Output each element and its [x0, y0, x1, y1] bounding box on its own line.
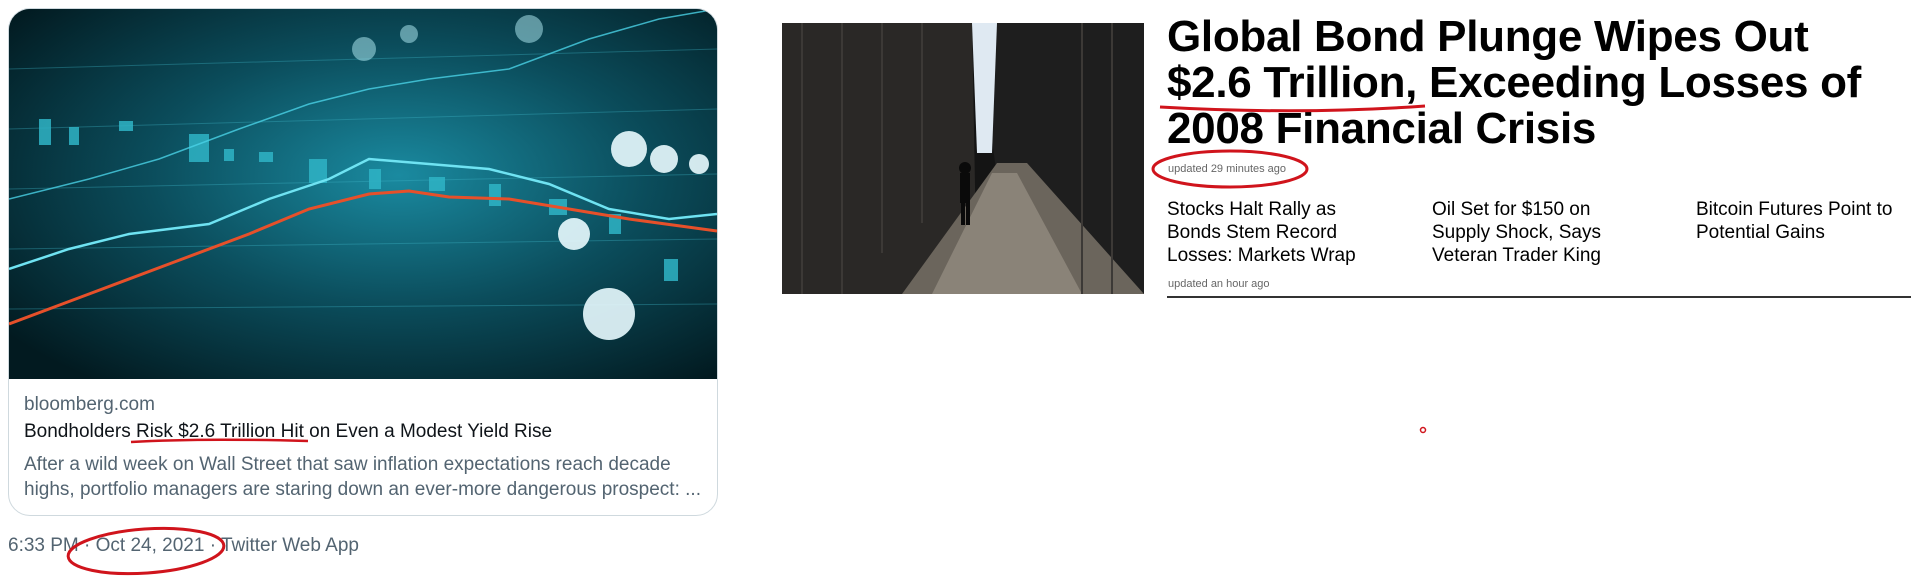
wall-street-photo [782, 23, 1144, 294]
related-story-line: Losses: Markets Wrap [1167, 245, 1356, 266]
article-headline-line: 2008 Financial Crisis [1167, 104, 1597, 153]
financial-chart-image [9, 9, 717, 379]
card-headline[interactable]: Bondholders Risk $2.6 Trillion Hit on Ev… [24, 420, 702, 444]
article-updated-time: updated 29 minutes ago [1168, 163, 1287, 175]
tweet-link-card[interactable]: bloomberg.com Bondholders Risk $2.6 Tril… [8, 8, 718, 516]
article-headline-line: $2.6 Trillion, Exceeding Losses of [1167, 58, 1862, 107]
related-story-link[interactable]: Stocks Halt Rally as Bonds Stem Record L… [1167, 198, 1397, 267]
related-story-line: Supply Shock, Says [1432, 222, 1601, 243]
related-story-line: Potential Gains [1696, 222, 1825, 243]
tweet-meta[interactable]: 6:33 PM · Oct 24, 2021 · Twitter Web App [8, 535, 359, 557]
article-headline[interactable]: Global Bond Plunge Wipes Out $2.6 Trilli… [1167, 14, 1907, 152]
related-story-line: Stocks Halt Rally as [1167, 199, 1336, 220]
divider [1167, 296, 1911, 298]
related-story-link[interactable]: Oil Set for $150 on Supply Shock, Says V… [1432, 198, 1662, 267]
red-dot [1419, 426, 1427, 434]
related-story-line: Veteran Trader King [1432, 245, 1601, 266]
article-headline-line: Global Bond Plunge Wipes Out [1167, 12, 1809, 61]
card-description-line: After a wild week on Wall Street that sa… [24, 454, 671, 475]
card-text: bloomberg.com Bondholders Risk $2.6 Tril… [24, 393, 702, 502]
related-updated-time: updated an hour ago [1168, 278, 1270, 290]
related-story-line: Oil Set for $150 on [1432, 199, 1591, 220]
related-story-line: Bitcoin Futures Point to [1696, 199, 1893, 220]
card-description-line: highs, portfolio managers are staring do… [24, 479, 701, 500]
card-domain: bloomberg.com [24, 394, 155, 415]
related-story-link[interactable]: Bitcoin Futures Point to Potential Gains [1696, 198, 1921, 244]
related-story-line: Bonds Stem Record [1167, 222, 1338, 243]
card-description: After a wild week on Wall Street that sa… [24, 452, 702, 502]
